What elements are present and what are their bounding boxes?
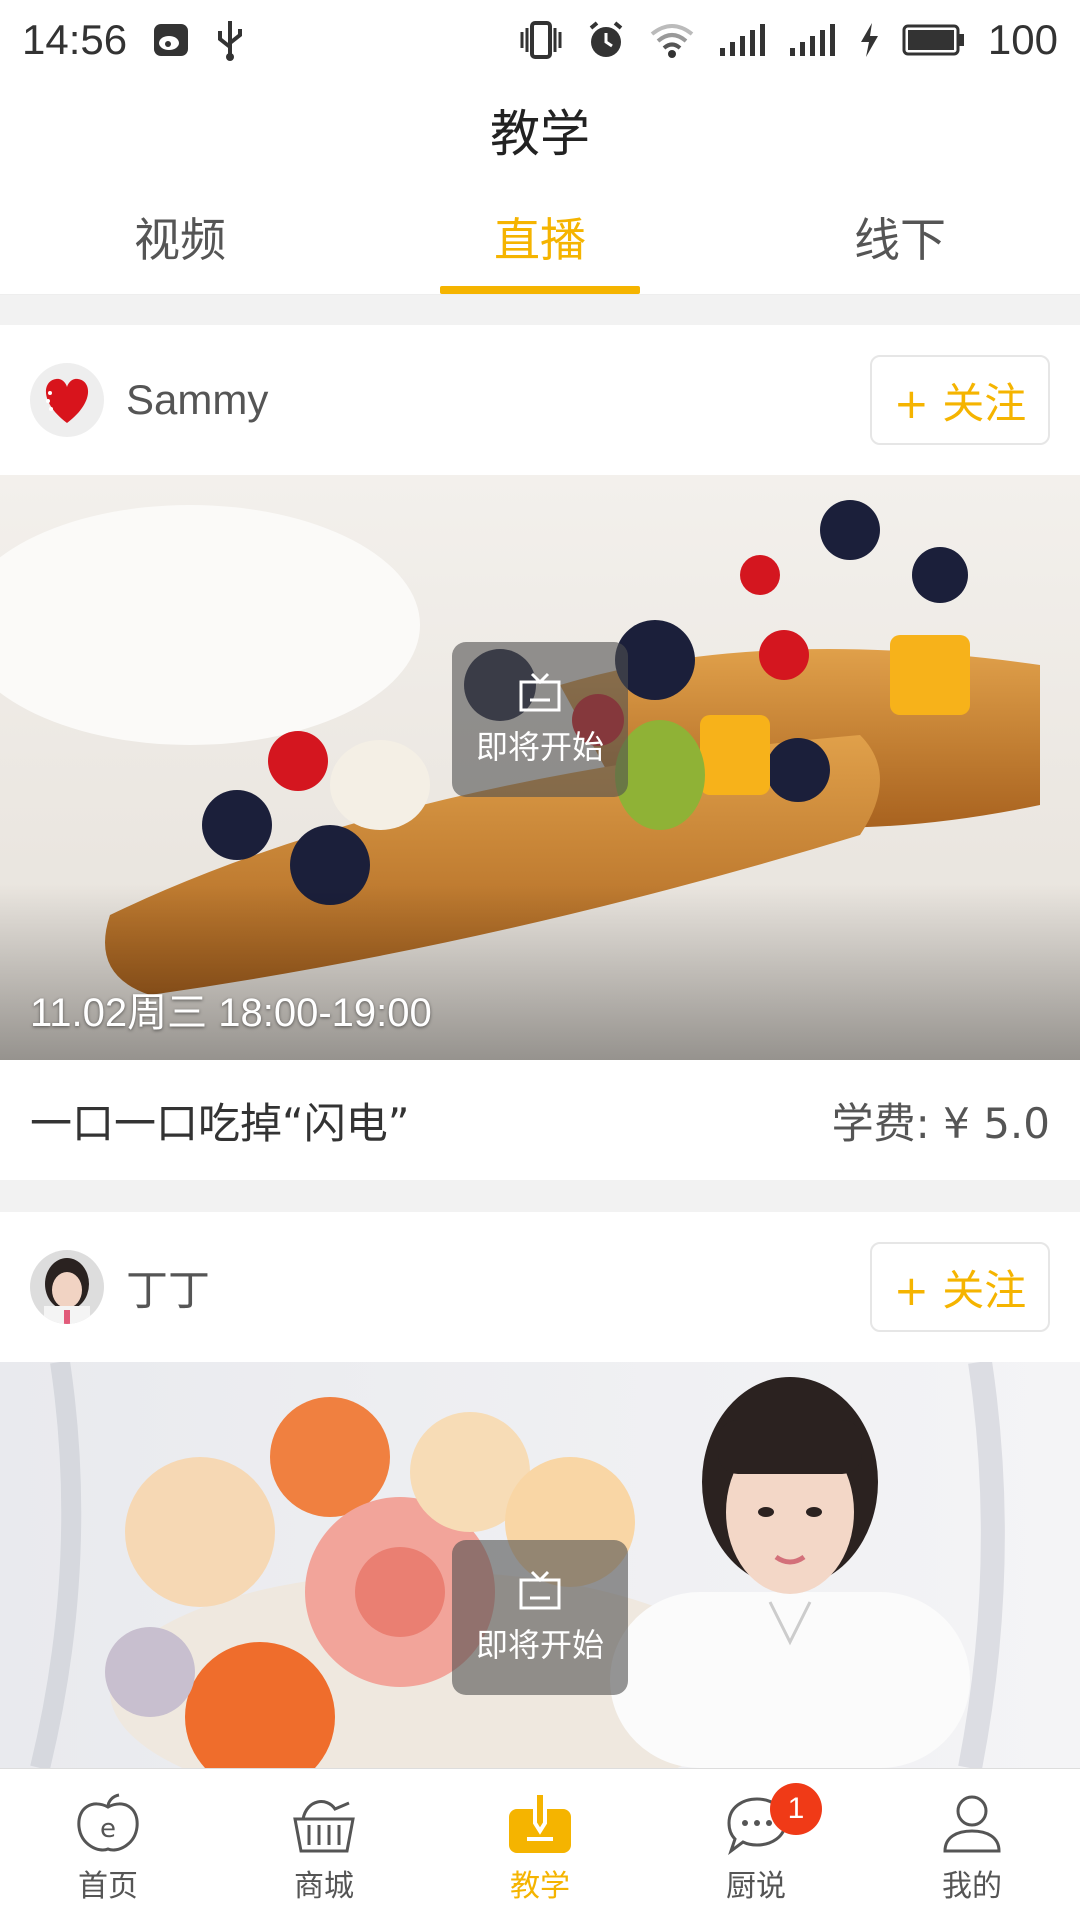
tab-label: 视频: [134, 213, 226, 267]
page-title: 教学: [490, 105, 590, 163]
nav-label: 教学: [510, 1868, 570, 1904]
tab-label: 直播: [494, 213, 586, 267]
tab-label: 线下: [854, 213, 946, 267]
status-time: 14:56: [22, 16, 128, 63]
charging-icon: [858, 22, 880, 58]
tv-icon: [518, 672, 562, 712]
nav-label: 商城: [294, 1868, 354, 1904]
tab-video[interactable]: 视频: [0, 180, 360, 294]
course-title[interactable]: 一口一口吃掉“闪电”: [30, 1090, 410, 1151]
alarm-icon: [586, 20, 626, 60]
svg-text:e: e: [100, 1814, 116, 1844]
live-status-label: 即将开始: [475, 1625, 604, 1664]
live-card[interactable]: 丁丁 + 关注 即将开始: [0, 1212, 1080, 1768]
usb-icon: [215, 19, 245, 61]
tab-active-indicator: [440, 286, 640, 294]
user-icon: [937, 1785, 1007, 1855]
author-name[interactable]: 丁丁: [126, 1257, 210, 1318]
signal-icon-2: [788, 22, 836, 58]
author-name[interactable]: Sammy: [126, 376, 268, 424]
follow-label: + 关注: [893, 1265, 1027, 1315]
page-title-bar: 教学: [0, 80, 1080, 180]
signal-icon-1: [718, 22, 766, 58]
live-status-badge: 即将开始: [452, 642, 628, 797]
nav-label: 我的: [942, 1868, 1002, 1904]
nav-label: 厨说: [726, 1868, 786, 1904]
nav-shop[interactable]: 商城: [216, 1769, 432, 1920]
live-cover-image[interactable]: 即将开始: [0, 1362, 1080, 1768]
nav-chat[interactable]: 厨说 1: [648, 1769, 864, 1920]
tab-live[interactable]: 直播: [360, 180, 720, 294]
avatar[interactable]: [30, 1250, 104, 1324]
basket-icon: [289, 1785, 359, 1855]
course-fee: 学费: ¥ 5.0: [831, 1098, 1050, 1148]
card-header: 丁丁 + 关注: [0, 1212, 1080, 1362]
follow-button[interactable]: + 关注: [870, 1242, 1050, 1332]
live-cover-image[interactable]: 即将开始 11.02周三 18:00-19:00: [0, 475, 1080, 1060]
bottom-nav: e 首页 商城 教学 厨说 1 我的: [0, 1768, 1080, 1920]
nav-label: 首页: [78, 1868, 138, 1904]
card-footer: 一口一口吃掉“闪电” 学费: ¥ 5.0: [0, 1060, 1080, 1180]
weibo-icon: [153, 23, 189, 57]
home-icon: e: [73, 1785, 143, 1855]
nav-home[interactable]: e 首页: [0, 1769, 216, 1920]
battery-level: 100: [987, 16, 1058, 63]
tv-icon: [518, 1570, 562, 1610]
nav-teach[interactable]: 教学: [432, 1769, 648, 1920]
unread-badge: 1: [770, 1783, 822, 1835]
live-schedule: 11.02周三 18:00-19:00: [30, 991, 432, 1035]
live-status-label: 即将开始: [475, 727, 604, 766]
tab-bar: 视频 直播 线下: [0, 180, 1080, 295]
follow-label: + 关注: [893, 378, 1027, 428]
live-card[interactable]: Sammy + 关注 即将开始 11.02周三 18:00-19:00 一口一口…: [0, 325, 1080, 1180]
card-header: Sammy + 关注: [0, 325, 1080, 475]
follow-button[interactable]: + 关注: [870, 355, 1050, 445]
live-status-badge: 即将开始: [452, 1540, 628, 1695]
vibrate-icon: [518, 20, 564, 60]
teach-icon: [505, 1785, 575, 1855]
avatar[interactable]: [30, 363, 104, 437]
battery-icon: [902, 23, 966, 57]
nav-me[interactable]: 我的: [864, 1769, 1080, 1920]
status-bar: 14:56 100: [0, 0, 1080, 80]
wifi-icon: [648, 20, 696, 60]
tab-offline[interactable]: 线下: [720, 180, 1080, 294]
